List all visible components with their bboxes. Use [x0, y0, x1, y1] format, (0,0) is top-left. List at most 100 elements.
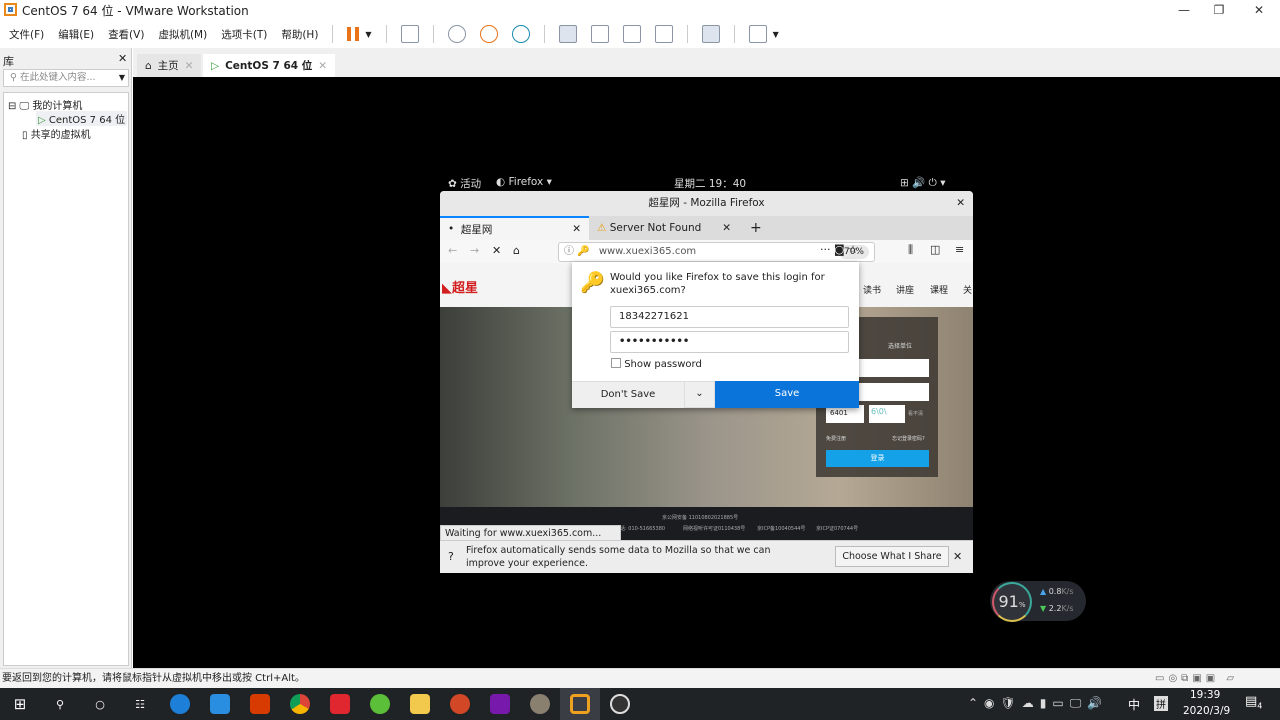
nav-link[interactable]: 读书: [863, 283, 881, 296]
task-view-icon[interactable]: ☷: [120, 688, 160, 720]
gnome-top-bar: ✿ 活动 ◐ Firefox ▾ 星期二 19：40 ⊞ 🔊 ⏻ ▾: [440, 173, 973, 191]
vmware-logo-icon: [4, 3, 17, 16]
snapshot-manager-icon[interactable]: [511, 25, 530, 43]
search-icon: ⚲: [10, 72, 17, 83]
vm-tabs: ⌂ 主页 ✕ ▷ CentOS 7 64 位 ✕: [133, 48, 1280, 77]
clock-date[interactable]: 2020/3/9: [1183, 705, 1230, 717]
snapshot-icon[interactable]: [447, 25, 466, 43]
show-password-checkbox[interactable]: Show password: [611, 358, 702, 370]
menu-view[interactable]: 查看(V): [108, 27, 144, 42]
tab-home[interactable]: ⌂ 主页 ✕: [137, 54, 202, 77]
stop-button[interactable]: ✕: [492, 244, 501, 257]
ime-mode[interactable]: 拼: [1154, 696, 1168, 711]
edge-icon[interactable]: [160, 688, 200, 720]
home-button[interactable]: ⌂: [513, 244, 520, 257]
clock[interactable]: 星期二 19：40: [674, 176, 746, 191]
tab-close-icon[interactable]: ✕: [185, 60, 194, 72]
page-actions-icon[interactable]: ··· ◙ ☆: [820, 243, 858, 256]
close-button[interactable]: ✕: [1240, 0, 1278, 20]
warning-icon: ⚠: [597, 222, 607, 234]
powerpoint-icon[interactable]: [440, 688, 480, 720]
menu-help[interactable]: 帮助(H): [281, 27, 318, 42]
tray-icons[interactable]: ⌃◉🛡☁▮▭🖵🔊: [968, 696, 1108, 711]
browser-icon[interactable]: [360, 688, 400, 720]
menu-file[interactable]: 文件(F): [9, 27, 44, 42]
back-button[interactable]: ←: [448, 244, 457, 257]
fullscreen-icon[interactable]: [622, 25, 641, 43]
chaoxing-logo: ◣超星: [442, 281, 478, 296]
menu-vm[interactable]: 虚拟机(M): [158, 27, 207, 42]
menu-edit[interactable]: 编辑(E): [58, 27, 94, 42]
tab-chaoxing[interactable]: • 超星网 ✕: [440, 216, 589, 240]
nav-link[interactable]: 讲座: [896, 283, 914, 296]
notification-bar: ? Firefox automatically sends some data …: [440, 540, 973, 573]
login-button[interactable]: 登录: [826, 450, 929, 467]
tab-centos[interactable]: ▷ CentOS 7 64 位 ✕: [203, 54, 336, 77]
console-view-icon[interactable]: [701, 25, 720, 43]
taskbar: ⊞ ⚲ ○ ☷ ⌃◉🛡☁▮▭🖵🔊 中 拼 19:39 2020/3/9 ▤4: [0, 688, 1280, 720]
tree-item-centos[interactable]: ▷ CentOS 7 64 位: [36, 111, 128, 126]
office-icon[interactable]: [240, 688, 280, 720]
choose-what-i-share-button[interactable]: Choose What I Share: [835, 546, 949, 567]
notification-center-icon[interactable]: ▤4: [1245, 694, 1262, 711]
password-field[interactable]: •••••••••••: [610, 331, 849, 353]
netease-music-icon[interactable]: [320, 688, 360, 720]
library-panel: 库 ✕ ⚲ 在此处键入内容... ▼ ⊟ 🖵 我的计算机 ▷ CentOS 7 6…: [0, 48, 132, 668]
username-field[interactable]: 18342271621: [610, 306, 849, 328]
tree-item-shared-vms[interactable]: ▯ 共享的虚拟机: [22, 126, 91, 141]
clock-time[interactable]: 19:39: [1190, 689, 1220, 701]
vm-icon: ▷: [211, 59, 220, 72]
chrome-icon[interactable]: [280, 688, 320, 720]
dont-save-button[interactable]: Don't Save: [572, 381, 684, 408]
show-library-icon[interactable]: [558, 25, 577, 43]
revert-snapshot-icon[interactable]: [479, 25, 498, 43]
stretch-icon[interactable]: [748, 25, 767, 43]
notification-close-button[interactable]: ✕: [953, 550, 962, 563]
captcha-image[interactable]: 6\0\: [869, 405, 905, 423]
start-button[interactable]: ⊞: [0, 688, 40, 720]
firefox-close-button[interactable]: ✕: [956, 191, 965, 216]
nav-link[interactable]: 课程: [930, 283, 948, 296]
send-ctrl-alt-del-icon[interactable]: [400, 25, 419, 43]
nav-link[interactable]: 关: [963, 283, 972, 296]
avatar-app-icon[interactable]: [520, 688, 560, 720]
menu-tabs[interactable]: 选项卡(T): [221, 27, 267, 42]
minimize-button[interactable]: —: [1165, 0, 1203, 20]
system-menu[interactable]: ⊞ 🔊 ⏻ ▾: [900, 176, 945, 190]
save-button[interactable]: Save: [715, 381, 859, 408]
status-bar: 要返回到您的计算机，请将鼠标指针从虚拟机中移出或按 Ctrl+Alt。 ▭◎⧉▣…: [0, 668, 1280, 688]
file-explorer-icon[interactable]: [400, 688, 440, 720]
new-tab-button[interactable]: +: [742, 216, 770, 240]
library-close-button[interactable]: ✕: [118, 52, 127, 65]
navigation-bar: ← → ✕ ⌂ ⓘ 🔑 www.xuexi365.com 70% ··· ◙ ☆…: [440, 240, 973, 264]
upload-icon: ▲: [1040, 587, 1047, 596]
activities-button[interactable]: ✿ 活动: [448, 176, 481, 191]
thumbnail-bar-icon[interactable]: [590, 25, 609, 43]
vmware-icon[interactable]: [560, 688, 600, 720]
tree-item-my-computer[interactable]: ⊟ 🖵 我的计算机: [8, 97, 82, 112]
forward-button[interactable]: →: [470, 244, 479, 257]
maximize-button[interactable]: ❐: [1200, 0, 1238, 20]
sidebar-icon[interactable]: ◫: [930, 243, 940, 256]
search-icon[interactable]: ⚲: [40, 688, 80, 720]
mail-icon[interactable]: [200, 688, 240, 720]
network-widget[interactable]: 91% ▲ 0.8K/s ▼ 2.2K/s: [990, 581, 1086, 622]
device-icons[interactable]: ▭◎⧉▣▣ ▱: [1155, 669, 1238, 689]
tab-close-icon[interactable]: ✕: [318, 60, 327, 72]
tab-server-not-found[interactable]: ⚠ Server Not Found ✕: [589, 216, 739, 240]
library-icon[interactable]: ⫼: [908, 243, 913, 257]
pause-icon[interactable]: [347, 27, 360, 41]
app-menu[interactable]: ◐ Firefox ▾: [496, 176, 552, 188]
onenote-icon[interactable]: [480, 688, 520, 720]
key-icon: 🔑: [580, 270, 605, 294]
ime-indicator[interactable]: 中: [1128, 696, 1140, 713]
library-search-input[interactable]: ⚲ 在此处键入内容... ▼: [3, 69, 129, 87]
unity-icon[interactable]: [654, 25, 673, 43]
dropdown-chevron-button[interactable]: ⌄: [684, 381, 715, 408]
status-panel: Waiting for www.xuexi365.com...: [440, 525, 621, 541]
firefox-title-bar: 超星网 - Mozilla Firefox ✕: [440, 191, 973, 216]
cortana-icon[interactable]: ○: [80, 688, 120, 720]
home-icon: ⌂: [145, 59, 152, 72]
obs-icon[interactable]: [600, 688, 640, 720]
menu-icon[interactable]: ≡: [955, 243, 964, 256]
